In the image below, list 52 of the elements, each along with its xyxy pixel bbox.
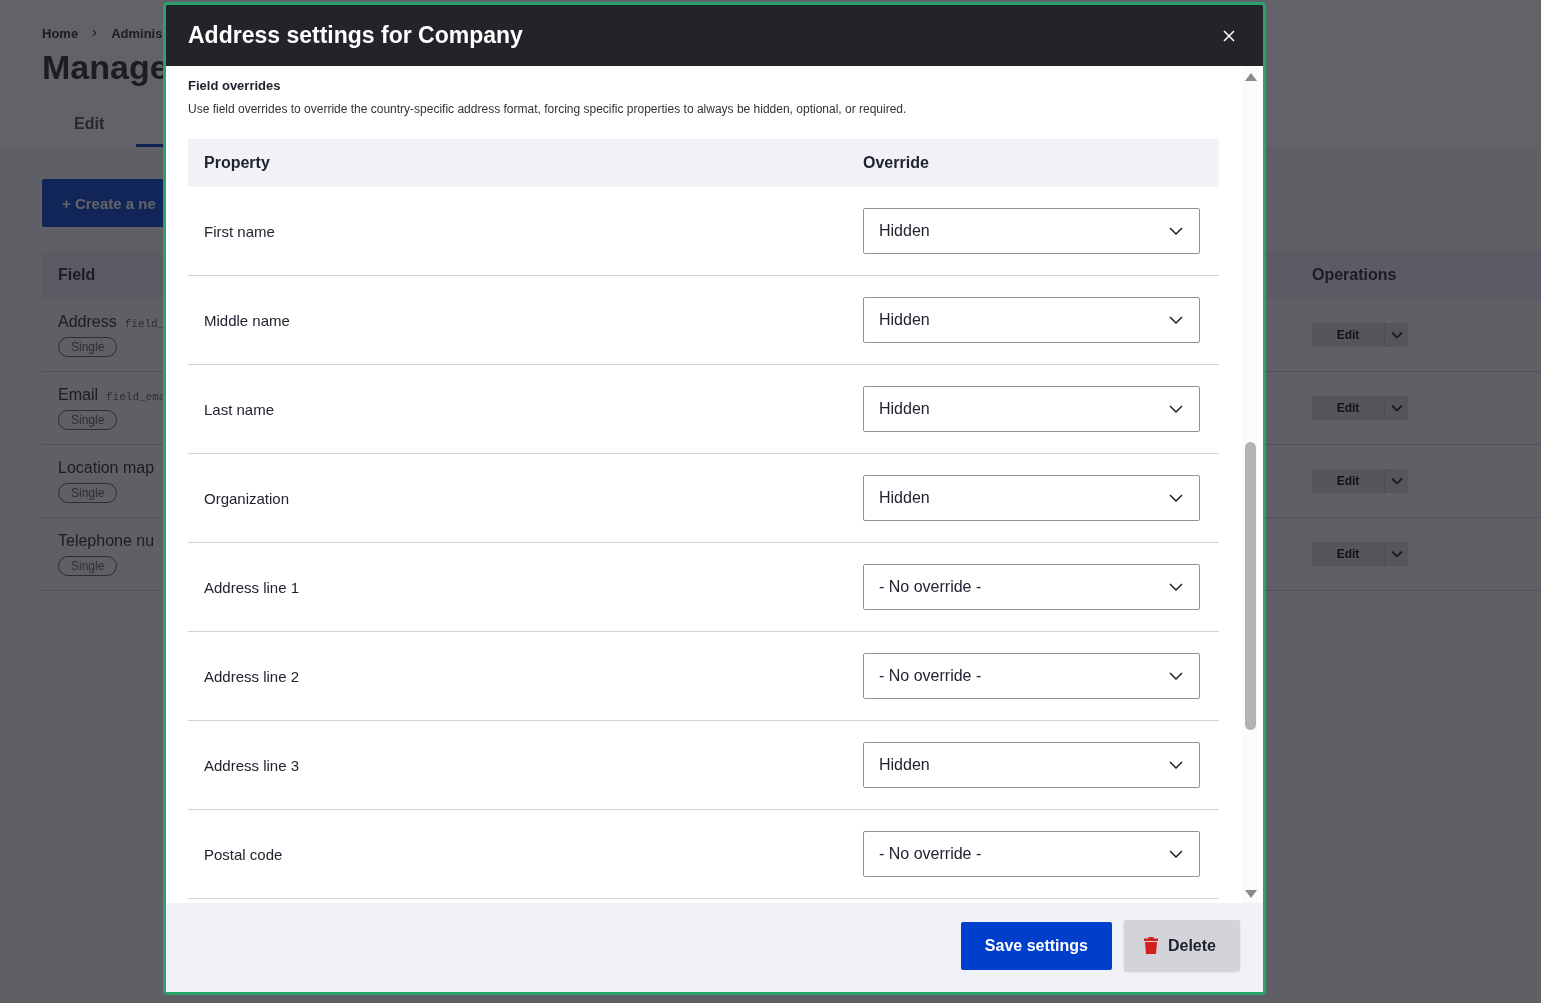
override-select[interactable]: - No override - xyxy=(863,831,1200,877)
column-header: Property xyxy=(203,154,271,172)
dialog-title: Address settings for Company xyxy=(188,22,523,49)
chevron-right-icon xyxy=(92,29,98,37)
override-select[interactable]: Hidden xyxy=(863,297,1200,343)
column-header: Field xyxy=(58,266,96,284)
override-select[interactable]: Hidden xyxy=(863,475,1200,521)
scroll-down-icon[interactable] xyxy=(1243,889,1258,899)
field-label: Telephone nu xyxy=(58,532,155,550)
override-select[interactable]: Hidden xyxy=(863,742,1200,788)
section-title: Field overrides xyxy=(188,78,282,93)
property-label: Address line 3 xyxy=(203,756,301,774)
chevron-icon xyxy=(1390,404,1403,412)
property-label: Organization xyxy=(203,489,291,507)
chevron-icon xyxy=(1390,477,1403,485)
property-label: Address line 1 xyxy=(203,578,301,596)
delete-button[interactable]: Delete xyxy=(1123,920,1240,971)
field-label: Email xyxy=(58,386,98,404)
property-label: Last name xyxy=(203,400,276,418)
field-label: Address xyxy=(58,313,117,331)
scrollbar-thumb[interactable] xyxy=(1245,442,1256,730)
dropdown-toggle[interactable] xyxy=(1384,396,1408,420)
scroll-up-icon[interactable] xyxy=(1243,72,1258,82)
chevron-icon xyxy=(1169,672,1183,680)
page-title: Manage xyxy=(42,47,169,87)
chevron-icon xyxy=(1169,227,1183,235)
save-button[interactable]: Save settings xyxy=(960,921,1112,970)
dropdown-toggle[interactable] xyxy=(1384,469,1408,493)
chevron-icon xyxy=(1390,331,1403,339)
close-icon xyxy=(1223,29,1235,42)
field-label: Location map xyxy=(58,459,155,477)
chevron-icon xyxy=(1169,761,1183,769)
chevron-icon xyxy=(1390,550,1403,558)
chevron-icon xyxy=(1169,583,1183,591)
chevron-icon xyxy=(1169,494,1183,502)
property-label: Address line 2 xyxy=(203,667,301,685)
property-label: Middle name xyxy=(203,311,291,329)
override-select[interactable]: - No override - xyxy=(863,564,1200,610)
override-select[interactable]: Hidden xyxy=(863,386,1200,432)
description: Use field overrides to override the country-specific address format, forcing specific properties to always be hidden, optional, or required. xyxy=(188,102,908,116)
dropdown-toggle[interactable] xyxy=(1384,542,1408,566)
property-label: First name xyxy=(203,222,276,240)
chevron-icon xyxy=(1169,316,1183,324)
chevron-icon xyxy=(1169,850,1183,858)
override-select[interactable]: - No override - xyxy=(863,653,1200,699)
dropdown-toggle[interactable] xyxy=(1384,323,1408,347)
chevron-icon xyxy=(1169,405,1183,413)
column-header: Override xyxy=(863,154,929,172)
property-label: Postal code xyxy=(203,845,284,863)
trash-icon xyxy=(1143,937,1158,954)
column-header: Operations xyxy=(1312,266,1398,284)
override-select[interactable]: Hidden xyxy=(863,208,1200,254)
